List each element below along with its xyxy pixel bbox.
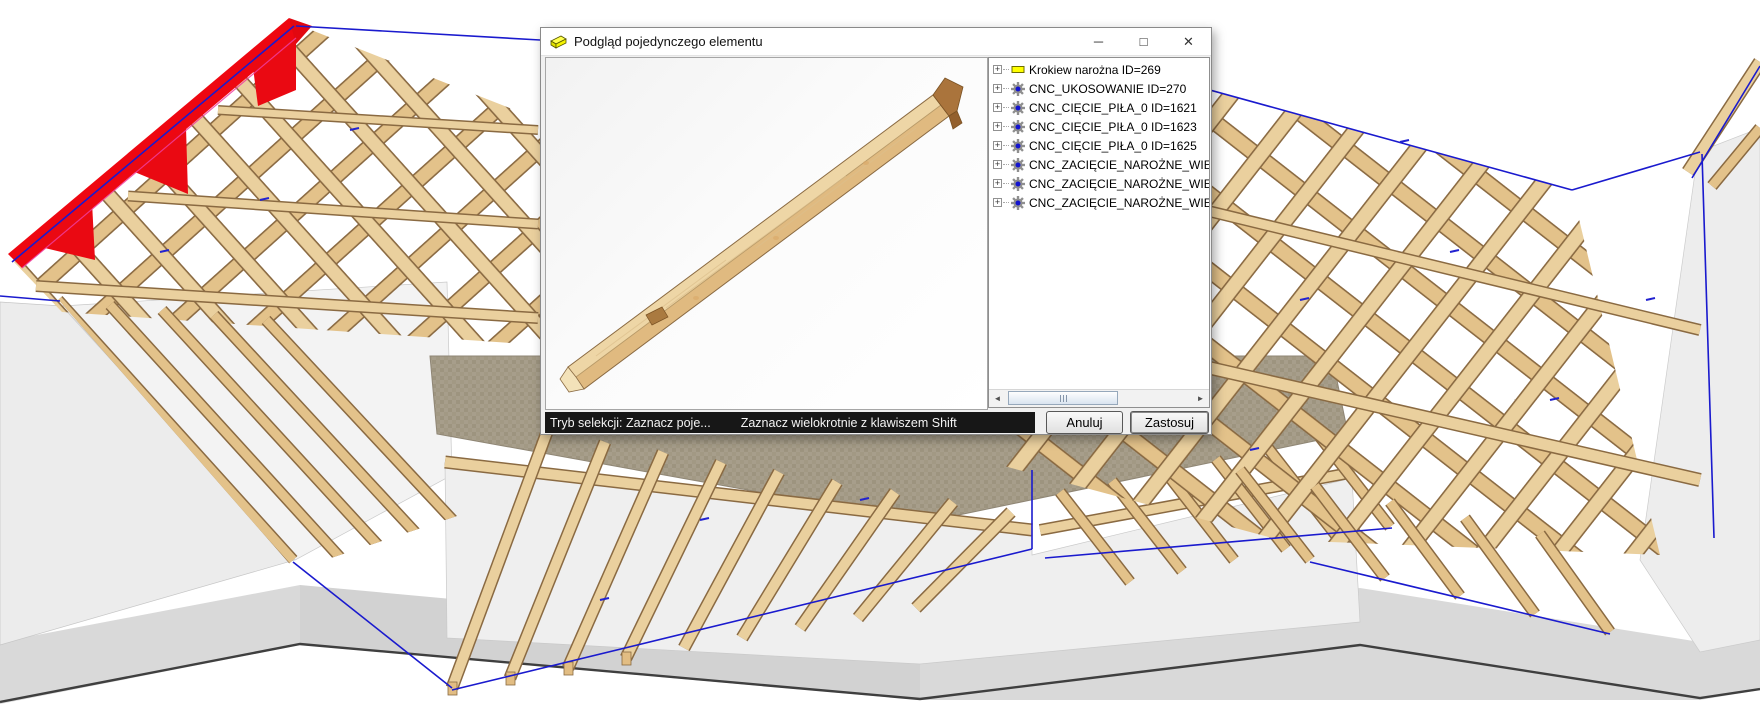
gear-icon xyxy=(1011,139,1025,153)
tree-item-label: CNC_ZACIĘCIE_NAROŻNE_WIERZ xyxy=(1029,196,1209,210)
expand-plus-box[interactable]: + xyxy=(993,103,1002,112)
tree-connector xyxy=(1003,107,1009,109)
expand-plus-box[interactable]: + xyxy=(993,198,1002,207)
preview-beam-rendering xyxy=(546,58,987,409)
tree-horizontal-scrollbar[interactable]: ◄ ► xyxy=(989,389,1209,407)
tree-item[interactable]: + CNC_ZACIĘCIE_NAROŻNE_WIERZ xyxy=(989,193,1209,212)
tree-item-label: CNC_ZACIĘCIE_NAROŻNE_WIERZ xyxy=(1029,177,1209,191)
scroll-right-arrow-icon[interactable]: ► xyxy=(1192,390,1209,407)
tree-connector xyxy=(1003,69,1009,71)
scroll-left-arrow-icon[interactable]: ◄ xyxy=(989,390,1006,407)
tree-item[interactable]: + CNC_ZACIĘCIE_NAROŻNE_WIERZ xyxy=(989,174,1209,193)
maximize-button[interactable]: □ xyxy=(1121,28,1166,55)
tree-item-label: CNC_CIĘCIE_PIŁA_0 ID=1621 xyxy=(1029,101,1197,115)
dialog-title: Podgląd pojedynczego elementu xyxy=(574,34,763,49)
tree-item-label: CNC_ZACIĘCIE_NAROŻNE_WIERZ xyxy=(1029,158,1209,172)
gear-icon xyxy=(1011,82,1025,96)
scrollbar-track[interactable] xyxy=(1006,390,1192,407)
expand-plus-box[interactable]: + xyxy=(993,141,1002,150)
beam-yellow-icon xyxy=(1011,64,1025,75)
tree-item-label: Krokiew narożna ID=269 xyxy=(1029,63,1161,77)
gear-icon xyxy=(1011,120,1025,134)
tree-connector xyxy=(1003,164,1009,166)
dialog-titlebar[interactable]: Podgląd pojedynczego elementu ─ □ ✕ xyxy=(541,28,1211,56)
tree-item[interactable]: + CNC_ZACIĘCIE_NAROŻNE_WIERZ xyxy=(989,155,1209,174)
apply-button[interactable]: Zastosuj xyxy=(1130,411,1209,434)
tree-item[interactable]: + CNC_CIĘCIE_PIŁA_0 ID=1623 xyxy=(989,117,1209,136)
app-window: Podgląd pojedynczego elementu ─ □ ✕ xyxy=(0,0,1760,724)
tree-item-label: CNC_CIĘCIE_PIŁA_0 ID=1625 xyxy=(1029,139,1197,153)
tree-connector xyxy=(1003,88,1009,90)
selection-hint-text: Zaznacz wielokrotnie z klawiszem Shift xyxy=(741,416,957,430)
selection-status-bar: Tryb selekcji: Zaznacz poje... Zaznacz w… xyxy=(545,412,1035,433)
element-preview-3d[interactable] xyxy=(545,57,988,410)
tree-item[interactable]: + CNC_CIĘCIE_PIŁA_0 ID=1621 xyxy=(989,98,1209,117)
cnc-operations-tree[interactable]: + Krokiew narożna ID=269 + CNC_UKOSOWANI… xyxy=(988,57,1210,408)
tree-connector xyxy=(1003,145,1009,147)
tree-connector xyxy=(1003,183,1009,185)
tree-item-label: CNC_CIĘCIE_PIŁA_0 ID=1623 xyxy=(1029,120,1197,134)
expand-plus-box[interactable]: + xyxy=(993,65,1002,74)
gear-icon xyxy=(1011,158,1025,172)
expand-plus-box[interactable]: + xyxy=(993,84,1002,93)
tree-connector xyxy=(1003,202,1009,204)
cancel-button[interactable]: Anuluj xyxy=(1046,411,1123,434)
gear-icon xyxy=(1011,101,1025,115)
tree-connector xyxy=(1003,126,1009,128)
minimize-button[interactable]: ─ xyxy=(1076,28,1121,55)
tree-item[interactable]: + Krokiew narożna ID=269 xyxy=(989,60,1209,79)
gear-icon xyxy=(1011,196,1025,210)
single-element-preview-dialog: Podgląd pojedynczego elementu ─ □ ✕ xyxy=(540,27,1212,435)
beam-icon xyxy=(548,34,568,49)
gear-icon xyxy=(1011,177,1025,191)
scrollbar-thumb[interactable] xyxy=(1008,391,1118,405)
tree-item-label: CNC_UKOSOWANIE ID=270 xyxy=(1029,82,1186,96)
close-button[interactable]: ✕ xyxy=(1166,28,1211,55)
tree-item[interactable]: + CNC_CIĘCIE_PIŁA_0 ID=1625 xyxy=(989,136,1209,155)
selection-mode-text: Tryb selekcji: Zaznacz poje... xyxy=(545,416,711,430)
tree-item[interactable]: + CNC_UKOSOWANIE ID=270 xyxy=(989,79,1209,98)
expand-plus-box[interactable]: + xyxy=(993,160,1002,169)
expand-plus-box[interactable]: + xyxy=(993,179,1002,188)
expand-plus-box[interactable]: + xyxy=(993,122,1002,131)
